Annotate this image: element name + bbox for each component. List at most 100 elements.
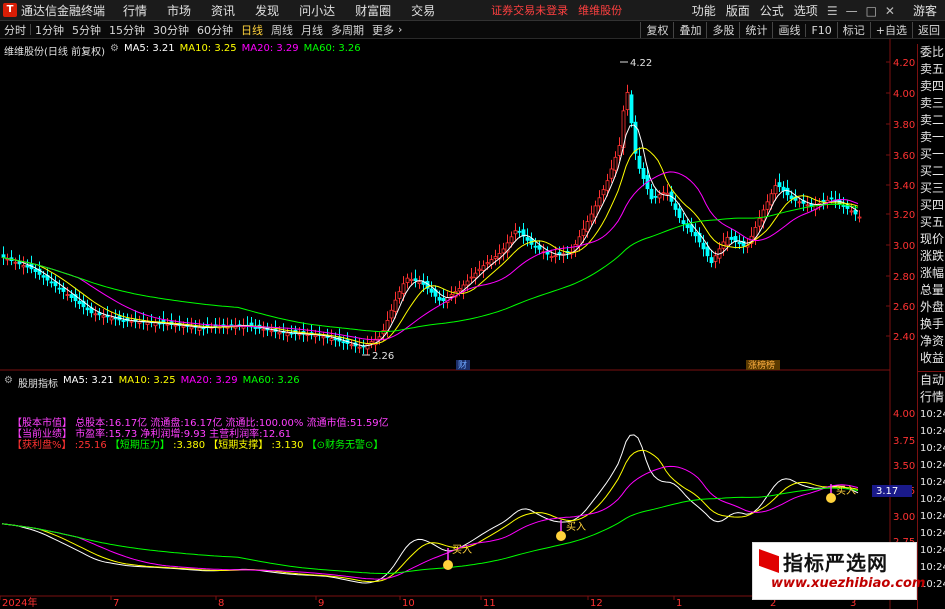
menu-item-market[interactable]: 市场 bbox=[167, 2, 191, 19]
period-daily[interactable]: 日线 bbox=[241, 22, 263, 38]
limit-up-tag[interactable]: 涨榜榜 bbox=[748, 359, 775, 371]
price-tick-label: 2.80 bbox=[893, 272, 915, 283]
candle-body bbox=[553, 255, 558, 258]
period-weekly[interactable]: 周线 bbox=[271, 22, 293, 38]
menu-item-functions[interactable]: 功能 bbox=[692, 2, 716, 19]
gear-icon[interactable]: ⚙ bbox=[110, 43, 119, 58]
menu-item-news[interactable]: 资讯 bbox=[211, 2, 235, 19]
ma60-value: MA60: 3.26 bbox=[303, 43, 361, 54]
tool-multi-stock[interactable]: 多股 bbox=[706, 22, 739, 38]
quote-label: 买二 bbox=[920, 164, 945, 178]
menu-item-discover[interactable]: 发现 bbox=[255, 2, 279, 19]
menu-item-options[interactable]: 选项 bbox=[794, 2, 818, 19]
date-tick-label: 7 bbox=[113, 598, 119, 609]
candle-body bbox=[381, 330, 386, 335]
auto-quote-label[interactable]: 行情 bbox=[918, 389, 945, 406]
close-icon[interactable]: ✕ bbox=[885, 4, 895, 18]
candle-body bbox=[781, 186, 786, 192]
candle-body bbox=[701, 242, 706, 250]
tool-stats[interactable]: 统计 bbox=[739, 22, 772, 38]
candle-body bbox=[33, 268, 38, 272]
candle-body bbox=[457, 288, 462, 292]
app-logo-icon: T bbox=[3, 3, 17, 17]
menu-item-ask[interactable]: 问小达 bbox=[299, 2, 335, 19]
candle-body bbox=[549, 256, 554, 258]
indicator-tick-label: 3.50 bbox=[893, 461, 915, 472]
candle-body bbox=[513, 230, 518, 235]
guest-user[interactable]: 游客 bbox=[913, 2, 937, 19]
quote-label: 买一 bbox=[920, 147, 945, 161]
candle-body bbox=[397, 291, 402, 299]
candle-body bbox=[469, 276, 474, 279]
period-30min[interactable]: 30分钟 bbox=[153, 22, 189, 38]
menu-item-trade[interactable]: 交易 bbox=[411, 2, 435, 19]
candle-body bbox=[197, 327, 202, 331]
auto-quote-label[interactable]: 自动 bbox=[918, 372, 945, 389]
watermark-logo: 指标严选网 www.xuezhibiao.com bbox=[752, 542, 925, 600]
period-5min[interactable]: 5分钟 bbox=[72, 22, 101, 38]
candle-body bbox=[329, 338, 334, 341]
candle-body bbox=[849, 210, 854, 213]
candle-body bbox=[509, 236, 514, 244]
candle-body bbox=[341, 341, 346, 344]
period-15min[interactable]: 15分钟 bbox=[109, 22, 145, 38]
candle-body bbox=[581, 228, 586, 236]
candle-body bbox=[429, 288, 434, 293]
login-status[interactable]: 证券交易未登录 bbox=[491, 2, 568, 18]
date-tick-label: 11 bbox=[483, 598, 496, 609]
candle-body bbox=[737, 241, 742, 245]
date-tick-label: 1 bbox=[676, 598, 682, 609]
candlestick-chart[interactable]: 4.20 4.00 3.80 3.60 3.40 3.20 3.00 2.80 2.60 2.40… bbox=[0, 39, 915, 609]
candle-body bbox=[757, 218, 762, 227]
tick-time: 10:24 bbox=[920, 494, 945, 505]
period-1min[interactable]: 1分钟 bbox=[35, 22, 64, 38]
maximize-icon[interactable]: □ bbox=[866, 4, 877, 18]
candle-body bbox=[857, 216, 862, 219]
period-multi[interactable]: 多周期 bbox=[331, 22, 364, 38]
ind-ma5-value: MA5: 3.21 bbox=[62, 375, 114, 386]
window-menu-icon[interactable]: ☰ bbox=[827, 4, 838, 18]
menu-item-layout[interactable]: 版面 bbox=[726, 2, 750, 19]
tool-draw[interactable]: 画线 bbox=[772, 22, 805, 38]
candle-body bbox=[493, 256, 498, 259]
indicator-tick-label: 3.75 bbox=[893, 436, 915, 447]
candle-body bbox=[617, 145, 622, 156]
chevron-right-icon[interactable]: › bbox=[398, 23, 402, 36]
candle-body bbox=[625, 92, 630, 111]
candle-body bbox=[673, 203, 678, 210]
tool-back[interactable]: 返回 bbox=[912, 22, 945, 38]
tool-f10[interactable]: F10 bbox=[805, 23, 836, 37]
candle-body bbox=[649, 188, 654, 200]
candle-body bbox=[585, 221, 590, 233]
candle-body bbox=[285, 332, 290, 337]
quote-label: 卖三 bbox=[920, 96, 945, 110]
quote-label: 卖二 bbox=[920, 113, 945, 127]
gear-icon[interactable]: ⚙ bbox=[4, 375, 13, 390]
period-intraday[interactable]: 分时 bbox=[4, 22, 26, 38]
tool-add-watch[interactable]: +自选 bbox=[869, 22, 912, 38]
candle-body bbox=[349, 344, 354, 347]
minimize-icon[interactable]: — bbox=[846, 4, 858, 18]
candle-body bbox=[297, 333, 302, 336]
tool-adjust[interactable]: 复权 bbox=[640, 22, 673, 38]
finance-tag[interactable]: 财 bbox=[458, 359, 467, 371]
menu-item-wealth[interactable]: 财富圈 bbox=[355, 2, 391, 19]
quote-label: 换手 bbox=[920, 317, 945, 331]
period-60min[interactable]: 60分钟 bbox=[197, 22, 233, 38]
candle-body bbox=[713, 255, 718, 262]
candle-body bbox=[725, 236, 730, 246]
candle-body bbox=[477, 268, 482, 272]
menu-item-formula[interactable]: 公式 bbox=[760, 2, 784, 19]
period-monthly[interactable]: 月线 bbox=[301, 22, 323, 38]
menu-item-quotes[interactable]: 行情 bbox=[123, 2, 147, 19]
period-more[interactable]: 更多 bbox=[372, 22, 394, 38]
quote-label: 委比 bbox=[920, 45, 945, 59]
tool-mark[interactable]: 标记 bbox=[836, 22, 870, 38]
chart-toolbar: 复权 叠加 多股 统计 画线 F10 标记 +自选 返回 bbox=[640, 21, 945, 39]
price-tick-label: 3.40 bbox=[893, 181, 915, 192]
candle-body bbox=[189, 326, 194, 330]
candle-body bbox=[25, 265, 30, 268]
tool-overlay[interactable]: 叠加 bbox=[673, 22, 706, 38]
profit-value: :25.16 bbox=[74, 440, 107, 451]
candle-body bbox=[605, 180, 610, 191]
